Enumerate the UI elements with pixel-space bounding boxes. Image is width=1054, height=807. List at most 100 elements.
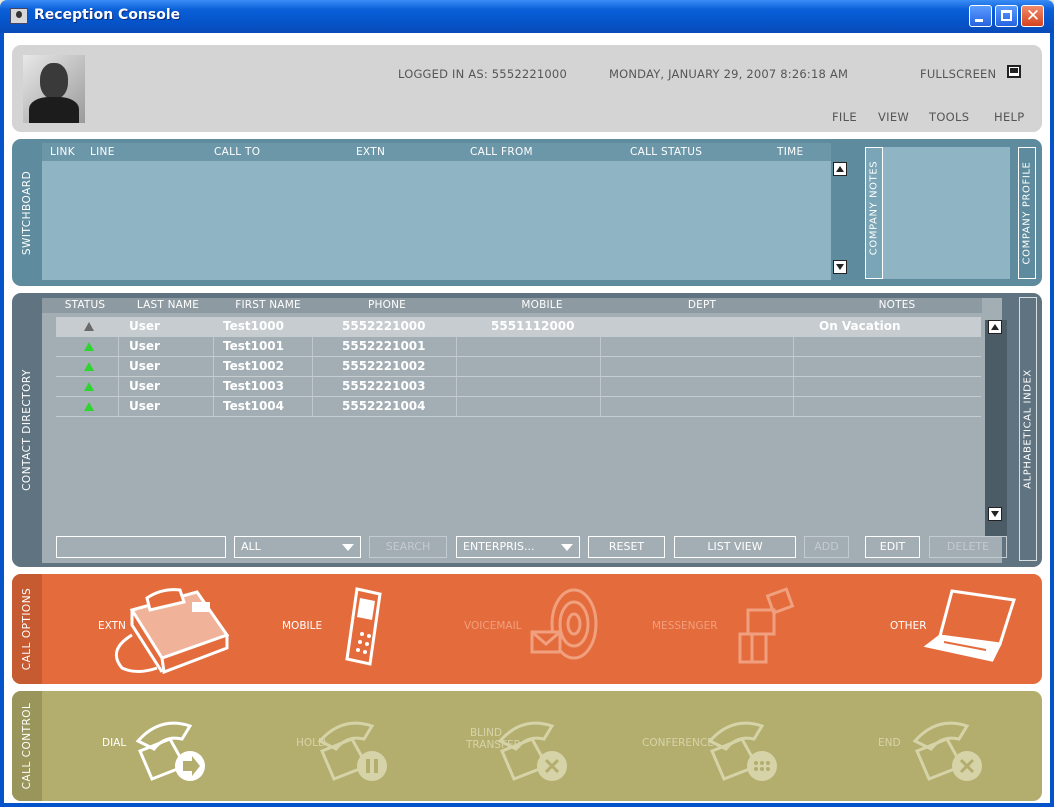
mobile-phone-icon[interactable] xyxy=(342,584,387,669)
col-call-from: CALL FROM xyxy=(470,146,533,158)
cell-separator xyxy=(600,337,601,356)
cell-separator xyxy=(793,377,794,396)
cell-separator xyxy=(312,337,313,356)
col-notes[interactable]: NOTES xyxy=(852,299,942,311)
cell-separator xyxy=(213,377,214,396)
laptop-icon[interactable] xyxy=(922,586,1022,666)
table-row[interactable]: User Test1000 5552221000 5551112000 On Vacat… xyxy=(56,317,981,336)
maximize-button[interactable] xyxy=(995,5,1018,27)
call-control-panel: CALL CONTROL DIAL HOLD BLIND TRANSFER CO… xyxy=(12,691,1042,801)
cell-separator xyxy=(213,397,214,416)
company-notes-content[interactable] xyxy=(882,147,1010,279)
directory-header: STATUS LAST NAME FIRST NAME PHONE MOBILE… xyxy=(42,298,982,313)
col-first-name[interactable]: FIRST NAME xyxy=(223,299,313,311)
cell-last: User xyxy=(129,359,160,373)
scroll-down-icon[interactable] xyxy=(833,260,847,274)
list-view-button[interactable]: LIST VIEW xyxy=(674,536,796,558)
reset-button[interactable]: RESET xyxy=(588,536,665,558)
delete-button[interactable]: DELETE xyxy=(929,536,1007,558)
cell-separator xyxy=(456,377,457,396)
directory-search-input[interactable] xyxy=(56,536,226,558)
call-options-label: CALL OPTIONS xyxy=(12,574,42,684)
menu-tools[interactable]: TOOLS xyxy=(929,110,969,124)
switchboard-scrollbar[interactable] xyxy=(832,157,849,279)
cell-separator xyxy=(213,357,214,376)
table-row[interactable]: User Test1003 5552221003 xyxy=(56,377,981,396)
option-voicemail-label[interactable]: VOICEMAIL xyxy=(464,620,522,632)
cell-separator xyxy=(118,357,119,376)
cell-separator xyxy=(312,397,313,416)
blind-transfer-icon[interactable] xyxy=(492,711,577,786)
conference-icon[interactable] xyxy=(702,711,787,786)
close-icon: ✕ xyxy=(1025,6,1041,26)
menu-file[interactable]: FILE xyxy=(832,110,857,124)
menu-help[interactable]: HELP xyxy=(994,110,1024,124)
desk-phone-icon[interactable] xyxy=(102,580,242,680)
status-available-icon xyxy=(84,402,94,411)
messenger-icon[interactable] xyxy=(732,587,802,668)
cell-separator xyxy=(793,397,794,416)
call-options-panel: CALL OPTIONS EXTN MOBILE VOICEMAIL MESSE… xyxy=(12,574,1042,684)
cell-separator xyxy=(793,357,794,376)
col-status[interactable]: STATUS xyxy=(60,299,110,311)
filter-select-value: ALL xyxy=(241,540,261,553)
minimize-button[interactable] xyxy=(969,5,992,27)
filter-select[interactable]: ALL xyxy=(234,536,361,558)
table-row[interactable]: User Test1002 5552221002 xyxy=(56,357,981,376)
contact-directory-label: CONTACT DIRECTORY xyxy=(21,369,33,491)
scope-select-value: ENTERPRIS... xyxy=(463,540,535,553)
voicemail-icon[interactable] xyxy=(522,582,602,672)
col-link: LINK xyxy=(50,146,75,158)
end-call-icon[interactable] xyxy=(907,711,992,786)
cell-separator xyxy=(456,397,457,416)
option-messenger-label[interactable]: MESSENGER xyxy=(652,620,718,632)
col-phone[interactable]: PHONE xyxy=(342,299,432,311)
status-available-icon xyxy=(84,342,94,351)
scope-select[interactable]: ENTERPRIS... xyxy=(456,536,580,558)
cell-phone: 5552221004 xyxy=(342,399,426,413)
cell-notes: On Vacation xyxy=(819,319,901,333)
alphabetical-index-tab[interactable]: ALPHABETICAL INDEX xyxy=(1019,297,1037,561)
fullscreen-icon[interactable] xyxy=(1007,65,1021,78)
cell-first: Test1004 xyxy=(223,399,285,413)
hold-icon[interactable] xyxy=(312,711,397,786)
edit-button[interactable]: EDIT xyxy=(865,536,920,558)
col-call-to: CALL TO xyxy=(214,146,261,158)
add-button[interactable]: ADD xyxy=(804,536,849,558)
col-line: LINE xyxy=(90,146,115,158)
col-mobile[interactable]: MOBILE xyxy=(497,299,587,311)
table-row[interactable]: User Test1004 5552221004 xyxy=(56,397,981,416)
control-end-label[interactable]: END xyxy=(878,737,901,749)
fullscreen-button[interactable]: FULLSCREEN xyxy=(920,67,996,81)
scroll-up-icon[interactable] xyxy=(988,320,1002,334)
cell-first: Test1003 xyxy=(223,379,285,393)
switchboard-table[interactable]: LINK LINE CALL TO EXTN CALL FROM CALL ST… xyxy=(42,143,831,280)
menu-view[interactable]: VIEW xyxy=(878,110,909,124)
col-time: TIME xyxy=(777,146,804,158)
cell-phone: 5552221000 xyxy=(342,319,426,333)
title-bar[interactable]: Reception Console ✕ xyxy=(0,0,1054,33)
cell-separator xyxy=(118,337,119,356)
directory-scrollbar[interactable] xyxy=(985,320,1007,537)
option-mobile-label[interactable]: MOBILE xyxy=(282,620,322,632)
switchboard-header: LINK LINE CALL TO EXTN CALL FROM CALL ST… xyxy=(42,143,831,161)
cell-first: Test1001 xyxy=(223,339,285,353)
control-dial-label[interactable]: DIAL xyxy=(102,737,126,749)
status-available-icon xyxy=(84,382,94,391)
table-row[interactable]: User Test1001 5552221001 xyxy=(56,337,981,356)
scroll-down-icon[interactable] xyxy=(988,507,1002,521)
close-button[interactable]: ✕ xyxy=(1021,5,1044,27)
scroll-up-icon[interactable] xyxy=(833,162,847,176)
search-button[interactable]: SEARCH xyxy=(369,536,447,558)
dial-icon[interactable] xyxy=(130,711,215,786)
col-last-name[interactable]: LAST NAME xyxy=(128,299,208,311)
cell-last: User xyxy=(129,379,160,393)
col-dept[interactable]: DEPT xyxy=(662,299,742,311)
company-profile-tab[interactable]: COMPANY PROFILE xyxy=(1018,147,1036,279)
cell-separator xyxy=(213,337,214,356)
avatar xyxy=(23,55,85,123)
window-title: Reception Console xyxy=(34,7,181,23)
cell-separator xyxy=(600,357,601,376)
cell-phone: 5552221003 xyxy=(342,379,426,393)
cell-last: User xyxy=(129,399,160,413)
